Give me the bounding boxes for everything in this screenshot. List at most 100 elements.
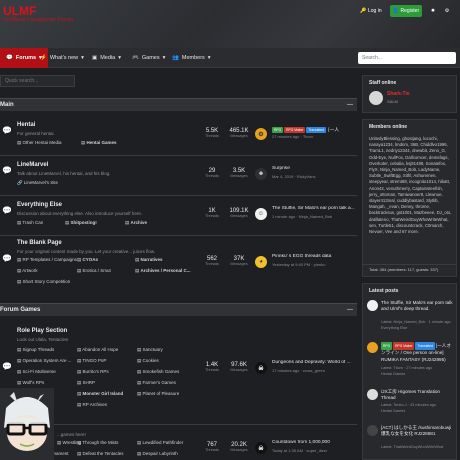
staff-online-panel: Staff online Shark-Tie SALM (362, 75, 457, 113)
subforum-link[interactable]: ▤ TINGO PnP (77, 358, 106, 364)
forum-description: Discussion about everything else. Also i… (17, 211, 143, 216)
subforum-link[interactable]: ▤ RP Archives (77, 402, 107, 408)
subforum-link[interactable]: ▤ Farmer's Games (137, 380, 176, 386)
register-button[interactable]: 👤 Register (390, 5, 422, 17)
avatar[interactable] (369, 91, 383, 105)
nav-whats-new[interactable]: ⚡ What's new ▾ (40, 48, 84, 68)
user-plus-icon: 👤 (392, 8, 401, 14)
avatar: ☻ (255, 168, 267, 180)
bolt-icon: ⚡ (40, 55, 47, 61)
site-header: ULMF Unofficial Lewdgamer Forum 🔑 Log in… (0, 0, 460, 48)
avatar (367, 389, 378, 400)
message-count: 97.6K Messages (230, 362, 248, 372)
subforum-link[interactable]: ▤ Lewdified Pathfinder (137, 440, 183, 446)
forum-row: 💬 LineMarvel Talk about LineMarvel, his … (2, 162, 316, 186)
message-count: 465.1K Messages (229, 128, 249, 138)
staff-member-name[interactable]: Shark-Tie (387, 91, 410, 97)
forum-row: 💬 Hentai For general hentai. ▤ Other Hen… (2, 122, 340, 146)
chevron-down-icon: ▾ (162, 55, 166, 61)
subforum-link[interactable]: ▤ Cookies (137, 358, 159, 364)
members-online-panel: Members online UnitedyBlessing, ghostjan… (362, 119, 457, 277)
message-count: 3.5K Messages (230, 168, 248, 178)
category-forum-games[interactable]: Forum Games — (0, 303, 357, 316)
nav-media[interactable]: ▣ Media ▾ (92, 48, 121, 68)
settings-icon[interactable]: ⚙ (442, 5, 452, 17)
quick-search-input[interactable] (0, 75, 75, 87)
subforum-link[interactable]: ▤ Planet of Pleasure (137, 391, 179, 397)
mascot-image (0, 388, 54, 460)
subforum-link[interactable]: ▤ Burrito's RPs (77, 369, 109, 375)
forum-description: For your original content made by you. L… (17, 249, 156, 254)
chevron-down-icon: ▾ (118, 55, 121, 61)
site-logo[interactable]: ULMF (3, 4, 36, 18)
avatar: ◕ (255, 256, 267, 268)
forum-title[interactable]: LineMarvel (17, 162, 48, 168)
subforum-link[interactable]: 🔗 LineMarvel's Site (17, 180, 58, 186)
login-button[interactable]: 🔑 Log in (356, 5, 386, 17)
forum-title[interactable]: Hentai (17, 122, 35, 128)
forum-description: ...games here! (57, 432, 86, 437)
comments-icon: 💬 (6, 55, 13, 61)
avatar: ☠ (255, 442, 267, 454)
nav-games[interactable]: 🎮 Games ▾ (132, 48, 165, 68)
subforum-link[interactable]: ▤ SHRP (77, 380, 95, 386)
forum-title[interactable]: The Blank Page (17, 240, 62, 246)
category-main[interactable]: Main — (0, 98, 357, 111)
subforum-link[interactable]: ▤ Abandon All Hope (77, 347, 118, 353)
collapse-icon[interactable]: — (347, 102, 353, 108)
forum-description: Look out Ulala, Tentacles! (17, 337, 69, 342)
subforum-link[interactable]: ▤ Erotica / Smut (77, 268, 111, 274)
subforum-link[interactable]: ▤ Trash Can (17, 220, 43, 226)
chevron-down-icon: ▾ (81, 55, 84, 61)
online-member-list[interactable]: UnitedyBlessing, ghostjang, lucochi, nan… (369, 136, 453, 235)
thread-count: 29 Threads (205, 168, 219, 178)
site-tagline: Unofficial Lewdgamer Forum (3, 17, 74, 23)
key-icon: 🔑 (360, 8, 368, 14)
subforum-link[interactable]: ▤ Archive (125, 220, 147, 226)
avatar (367, 342, 378, 353)
subforum-link[interactable]: ▤ Short Story Competition (17, 279, 70, 285)
forum-description: For general hentai. (17, 131, 55, 136)
divider (0, 235, 357, 236)
thread-count: 1K Threads (205, 208, 219, 218)
subforum-link[interactable]: ▤ Operation System Are ... (17, 358, 72, 364)
subforum-link[interactable]: ▤ Through the Mists (77, 440, 118, 446)
comments-icon: 💬 (2, 362, 12, 371)
subforum-link[interactable]: ▤ Smokefish Games (137, 369, 179, 375)
message-count: 20.2K Messages (230, 442, 248, 452)
thread-count: 5.5K Threads (205, 128, 219, 138)
subforum-link[interactable]: ▤ Shitposting! (65, 220, 97, 226)
theme-icon[interactable]: ✸ (428, 5, 438, 17)
divider (0, 195, 357, 196)
thread-count: 1.4K Threads (205, 362, 219, 372)
subforum-link[interactable]: ▤ Other Hentai Media (17, 140, 62, 146)
image-icon: ▣ (92, 55, 98, 61)
main-nav: 💬 Forums ▾ ⚡ What's new ▾ ▣ Media ▾ 🎮 Games ▾ 👥 M… (0, 48, 460, 68)
avatar (367, 300, 378, 311)
subforum-link[interactable]: ▤ CYOAs (77, 257, 98, 263)
subforum-link[interactable]: ▤ Sci-Fi Multiverse (17, 369, 56, 375)
message-count: 109.1K Messages (229, 208, 249, 218)
subforum-link[interactable]: ▤ Despair Labyrinth (137, 451, 178, 457)
avatar: ⚙ (255, 128, 267, 140)
comments-icon: 💬 (2, 254, 12, 263)
subforum-link[interactable]: ▤ Wolf's RPs (17, 380, 44, 386)
subforum-link[interactable]: ▤ Defeat the Tentacles (77, 451, 123, 457)
subforum-link[interactable]: ▤ RP Templates / Campaigns (17, 257, 77, 263)
search-input[interactable] (358, 52, 456, 64)
gamepad-icon: 🎮 (132, 55, 139, 61)
nav-members[interactable]: 👥 Members ▾ (172, 48, 211, 68)
subforum-link[interactable]: ▤ Narratives (135, 257, 163, 263)
forum-title[interactable]: Role Play Section (17, 328, 67, 334)
avatar: ☺ (255, 208, 267, 220)
comments-icon: 💬 (2, 126, 12, 135)
subforum-link[interactable]: ▤ Signup Threads (17, 347, 54, 353)
collapse-icon[interactable]: — (347, 307, 353, 313)
subforum-link[interactable]: ▤ Archives / Personal C... (135, 268, 191, 274)
subforum-link[interactable]: ▤ Monster Girl Island (77, 391, 123, 397)
thread-count: 562 Threads (205, 256, 219, 266)
subforum-link[interactable]: ▤ Hentai Games (81, 140, 117, 146)
subforum-link[interactable]: ▤ Artwork (17, 268, 38, 274)
forum-title[interactable]: Everything Else (17, 202, 62, 208)
subforum-link[interactable]: ▤ Sanctuary (137, 347, 163, 353)
